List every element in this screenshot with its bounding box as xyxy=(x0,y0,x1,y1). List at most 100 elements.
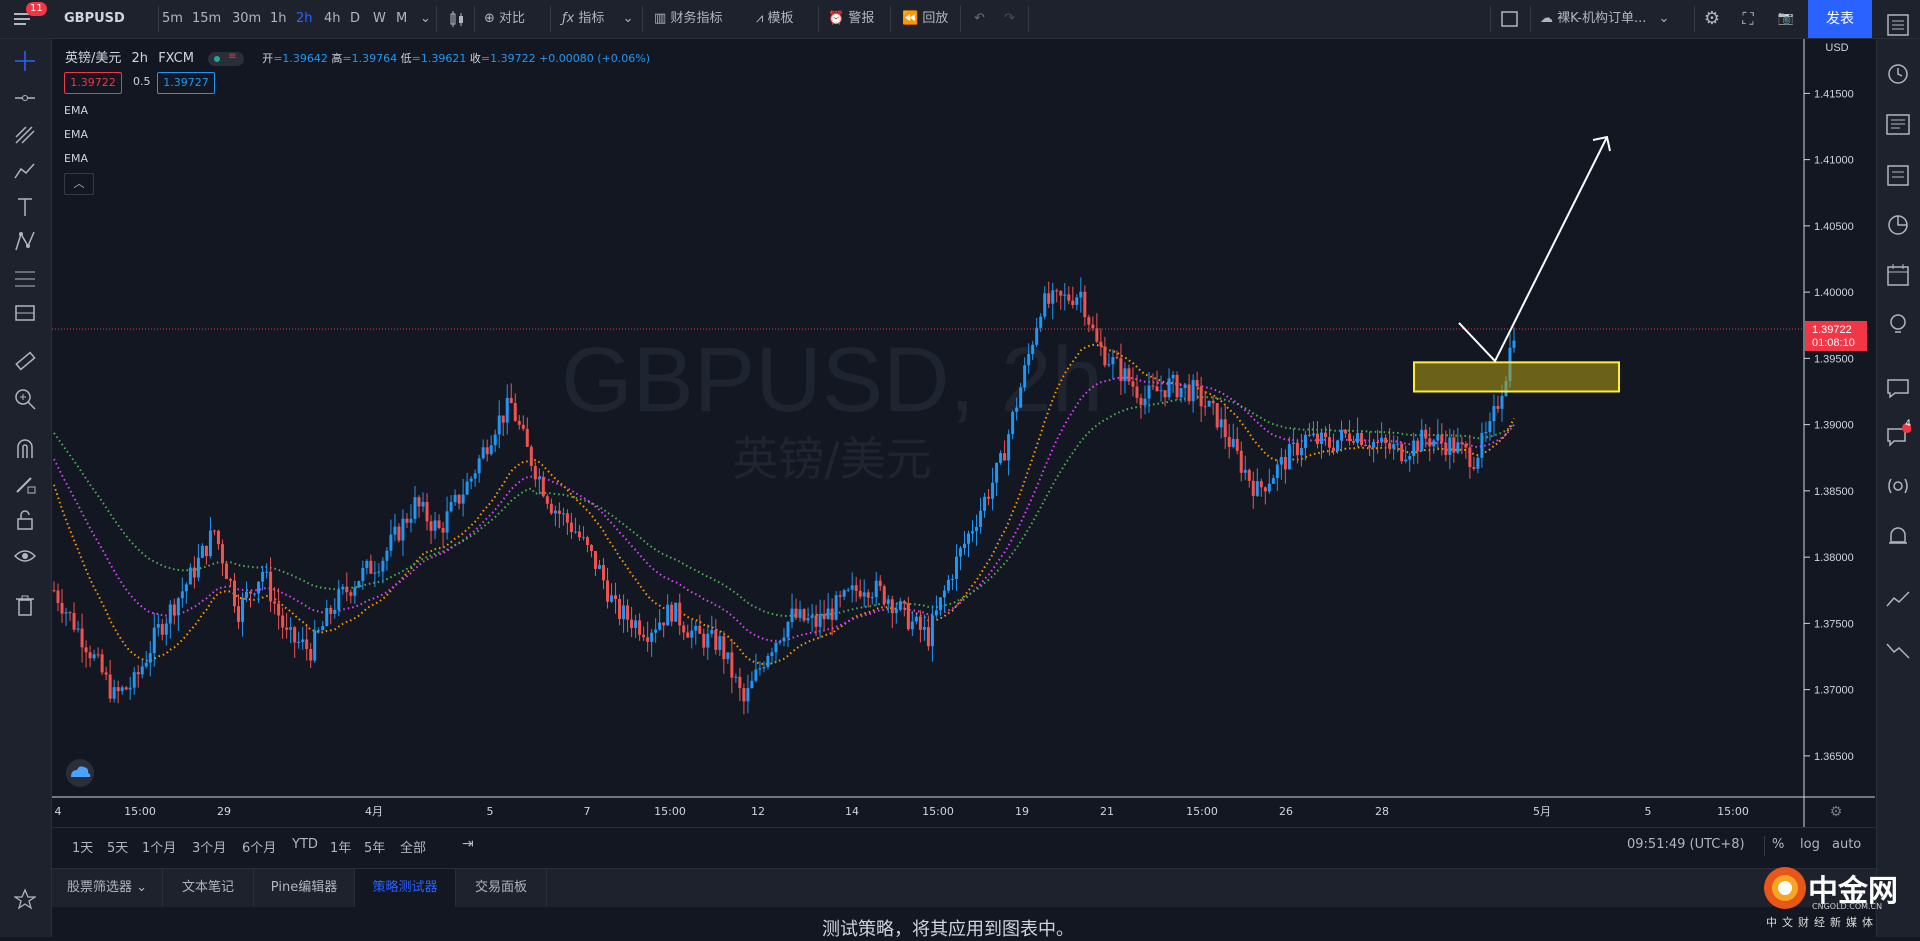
flag-icon[interactable] xyxy=(14,303,36,325)
zoom-icon[interactable] xyxy=(14,388,36,410)
collapse-legend-button[interactable]: ︿ xyxy=(64,173,94,195)
candle-body xyxy=(934,610,938,616)
indicator-ema-3[interactable]: EMA xyxy=(64,152,88,165)
chat-icon[interactable] xyxy=(1885,375,1911,401)
settings-button[interactable]: ⚙ xyxy=(1700,0,1724,38)
horizontal-line-icon[interactable] xyxy=(14,87,36,109)
market-status-toggle[interactable]: ≡ xyxy=(208,51,245,66)
redo-button[interactable]: ↷ xyxy=(1004,0,1015,38)
pitchfork-icon[interactable] xyxy=(14,123,36,145)
bid-button[interactable]: 1.39722 xyxy=(64,72,122,94)
templates-button[interactable]: ⩘ 模板 xyxy=(756,0,794,38)
tab-text-notes[interactable]: 文本笔记 xyxy=(163,869,254,907)
range-0[interactable]: 1天 xyxy=(72,837,93,856)
alarm-icon[interactable] xyxy=(1885,60,1911,86)
calendar-icon[interactable] xyxy=(1885,262,1911,288)
bell-icon[interactable] xyxy=(1885,524,1911,550)
star-icon[interactable] xyxy=(14,888,36,910)
price-chart[interactable]: GBPUSD, 2h 英镑/美元 1.41500 1.41000 1.40500 1.… xyxy=(52,39,1875,867)
interval-M[interactable]: M xyxy=(396,0,407,38)
candle-body xyxy=(618,599,622,620)
tab-stock-screener[interactable]: 股票筛选器 ⌄ xyxy=(52,869,163,907)
clock-time[interactable]: 09:51:49 (UTC+8) xyxy=(1627,837,1745,852)
tab-pine-editor[interactable]: Pine编辑器 xyxy=(254,869,355,907)
crosshair-icon[interactable] xyxy=(14,50,36,72)
interval-5m[interactable]: 5m xyxy=(162,0,183,38)
stream-icon[interactable] xyxy=(1885,474,1911,500)
percent-toggle[interactable]: % xyxy=(1772,837,1784,852)
candle-body xyxy=(441,527,445,533)
indicator-ema-2[interactable]: EMA xyxy=(64,128,88,141)
layout-name[interactable]: ☁ 裸K-机构订单... ⌄ xyxy=(1540,0,1669,38)
candle-body xyxy=(1195,380,1199,387)
tab-strategy-tester[interactable]: 策略测试器 xyxy=(355,869,456,907)
time-tick-label: 4月 xyxy=(365,805,383,818)
candle-body xyxy=(401,518,405,541)
candle-body xyxy=(1183,384,1187,388)
range-8[interactable]: 全部 xyxy=(400,837,426,856)
interval-15m[interactable]: 15m xyxy=(192,0,221,38)
bulb-icon[interactable] xyxy=(1885,312,1911,338)
interval-30m[interactable]: 30m xyxy=(232,0,261,38)
legend-symbol-name[interactable]: 英镑/美元 xyxy=(65,51,121,66)
compare-button[interactable]: ⊕ 对比 xyxy=(484,0,525,38)
candle-body xyxy=(1099,341,1103,347)
financials-button[interactable]: ▥ 财务指标 xyxy=(654,0,722,38)
alert-button[interactable]: ⏰ 警报 xyxy=(828,0,874,38)
support-zone-box[interactable] xyxy=(1413,361,1620,393)
trash-icon[interactable] xyxy=(14,594,36,616)
replay-button[interactable]: ⏪ 回放 xyxy=(902,0,948,38)
trend-icon[interactable] xyxy=(14,160,36,182)
log-toggle[interactable]: log xyxy=(1800,837,1820,852)
candle-body xyxy=(477,458,481,474)
range-7[interactable]: 5年 xyxy=(364,837,385,856)
range-5[interactable]: YTD xyxy=(292,837,318,852)
magnet-icon[interactable] xyxy=(14,438,36,460)
screenshot-button[interactable]: 📷 xyxy=(1774,0,1798,38)
news-icon[interactable] xyxy=(1885,112,1911,138)
list-icon[interactable] xyxy=(1885,12,1911,38)
pie-icon[interactable] xyxy=(1885,212,1911,238)
range-4[interactable]: 6个月 xyxy=(242,837,276,856)
range-6[interactable]: 1年 xyxy=(330,837,351,856)
range-3[interactable]: 3个月 xyxy=(192,837,226,856)
publish-button[interactable]: 发表 xyxy=(1808,0,1872,38)
interval-4h[interactable]: 4h xyxy=(324,0,341,38)
range-1[interactable]: 5天 xyxy=(107,837,128,856)
candle-body xyxy=(561,513,565,515)
candle-body xyxy=(1239,450,1243,473)
interval-1h[interactable]: 1h xyxy=(270,0,287,38)
candle-body xyxy=(1299,447,1303,456)
pattern-icon[interactable] xyxy=(14,230,36,252)
candle-body xyxy=(1087,317,1091,325)
currency-label[interactable]: USD xyxy=(1825,42,1848,54)
interval-D[interactable]: D xyxy=(350,0,360,38)
candle-body xyxy=(1496,406,1500,409)
undo-button[interactable]: ↶ xyxy=(974,0,985,38)
symbol-search[interactable]: GBPUSD xyxy=(64,0,125,38)
candle-body xyxy=(224,563,228,580)
depth-icon[interactable] xyxy=(1885,636,1911,662)
pencil-lock-icon[interactable] xyxy=(14,473,36,495)
interval-2h[interactable]: 2h xyxy=(296,0,313,38)
goto-date-icon[interactable]: ⇥ xyxy=(462,836,474,852)
eye-icon[interactable] xyxy=(14,545,36,567)
indicators-button[interactable]: ƒx 指标 ⌄ xyxy=(562,0,633,38)
fullscreen-button[interactable]: ⛶ xyxy=(1736,0,1760,38)
trading-icon[interactable] xyxy=(1885,588,1911,614)
text-icon[interactable] xyxy=(14,196,36,218)
ruler-icon[interactable] xyxy=(14,351,36,373)
axis-settings-icon[interactable]: ⚙ xyxy=(1830,804,1843,820)
auto-toggle[interactable]: auto xyxy=(1832,837,1861,852)
interval-W[interactable]: W xyxy=(373,0,386,38)
ask-button[interactable]: 1.39727 xyxy=(157,72,215,94)
indicator-ema-1[interactable]: EMA xyxy=(64,104,88,117)
chevron-down-icon[interactable]: ⌄ xyxy=(420,0,431,38)
fib-icon[interactable] xyxy=(14,268,36,290)
tab-trading-panel[interactable]: 交易面板 xyxy=(456,869,547,907)
chart-type-button[interactable] xyxy=(448,0,466,38)
layout-toggle[interactable] xyxy=(1500,0,1520,38)
notes-icon[interactable] xyxy=(1885,162,1911,188)
lock-icon[interactable] xyxy=(14,509,36,531)
range-2[interactable]: 1个月 xyxy=(142,837,176,856)
